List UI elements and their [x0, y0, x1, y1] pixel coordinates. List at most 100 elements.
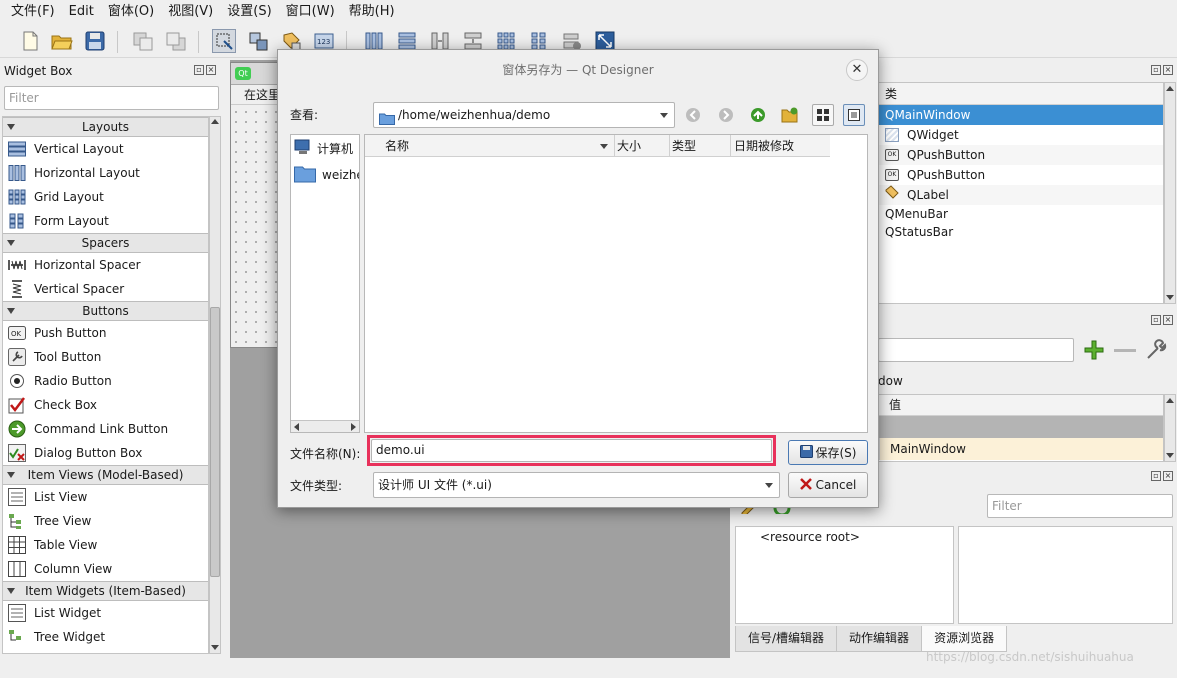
- resource-filter-input[interactable]: Filter: [987, 494, 1173, 518]
- column-header-type[interactable]: 类型: [670, 135, 731, 156]
- detail-mode-icon[interactable]: [843, 104, 865, 126]
- widget-box-title: Widget Box: [4, 64, 73, 78]
- tree-row-qpushbutton[interactable]: OK QPushButton: [879, 145, 1163, 165]
- list-item[interactable]: Radio Button: [3, 369, 208, 393]
- menu-edit[interactable]: Edit: [62, 0, 101, 24]
- resource-root-item[interactable]: <resource root>: [736, 527, 953, 544]
- save-as-dialog: 窗体另存为 — Qt Designer ✕ 查看: /home/weizhenh…: [277, 49, 879, 508]
- look-in-combo[interactable]: /home/weizhenhua/demo: [373, 102, 675, 128]
- remove-dynamic-property-icon[interactable]: [1114, 349, 1136, 352]
- close-panel-icon[interactable]: ×: [206, 65, 216, 75]
- filename-input[interactable]: demo.ui: [371, 439, 772, 462]
- menu-help[interactable]: 帮助(H): [342, 0, 402, 24]
- command-link-icon: [7, 420, 27, 438]
- list-item[interactable]: Check Box: [3, 393, 208, 417]
- column-view-icon: [7, 560, 27, 578]
- form-window[interactable]: Qt 在这里: [230, 62, 282, 348]
- tree-row-qmenubar[interactable]: QMenuBar: [879, 205, 1163, 223]
- edit-signals-slots-icon[interactable]: [246, 29, 270, 53]
- list-item[interactable]: List Widget: [3, 601, 208, 625]
- forward-icon[interactable]: [715, 104, 737, 126]
- file-list-view[interactable]: 名称 大小 类型 日期被修改: [364, 134, 868, 433]
- list-item[interactable]: Horizontal Layout: [3, 161, 208, 185]
- sidebar-item-computer[interactable]: 计算机: [291, 135, 359, 161]
- filetype-combo[interactable]: 设计师 UI 文件 (*.ui): [373, 472, 780, 498]
- list-item[interactable]: Grid Layout: [3, 185, 208, 209]
- float-panel-icon[interactable]: ▫: [1151, 315, 1161, 325]
- list-item[interactable]: Tool Button: [3, 345, 208, 369]
- float-panel-icon[interactable]: ▫: [1151, 471, 1161, 481]
- close-panel-icon[interactable]: ×: [1163, 65, 1173, 75]
- qt-logo-icon: Qt: [235, 67, 251, 80]
- bring-to-front-icon[interactable]: [164, 29, 188, 53]
- tree-row-qwidget[interactable]: QWidget: [879, 125, 1163, 145]
- parent-directory-icon[interactable]: [747, 104, 769, 126]
- object-tree-scrollbar[interactable]: [1164, 82, 1176, 304]
- list-item[interactable]: Tree View: [3, 509, 208, 533]
- list-item[interactable]: Vertical Layout: [3, 137, 208, 161]
- tab-action-editor[interactable]: 动作编辑器: [837, 626, 923, 652]
- menu-form[interactable]: 窗体(O): [101, 0, 161, 24]
- property-group-row[interactable]: [879, 416, 1163, 438]
- float-panel-icon[interactable]: ▫: [194, 65, 204, 75]
- category-layouts[interactable]: Layouts: [3, 117, 208, 137]
- list-item[interactable]: Tree Widget: [3, 625, 208, 649]
- list-item[interactable]: Dialog Button Box: [3, 441, 208, 465]
- push-button-icon: OK: [7, 324, 27, 342]
- object-tree: 类 QMainWindow QWidget OK QPushButton OK QP…: [878, 82, 1164, 304]
- add-dynamic-property-icon[interactable]: [1082, 338, 1106, 365]
- list-widget-icon: [7, 604, 27, 622]
- widget-list-scrollbar[interactable]: [209, 116, 221, 654]
- float-panel-icon[interactable]: ▫: [1151, 65, 1161, 75]
- tab-signal-slot-editor[interactable]: 信号/槽编辑器: [735, 626, 838, 652]
- check-box-icon: [7, 396, 27, 414]
- tree-row-qlabel[interactable]: QLabel: [879, 185, 1163, 205]
- list-mode-icon[interactable]: [812, 104, 834, 126]
- list-item[interactable]: Horizontal Spacer: [3, 253, 208, 277]
- close-panel-icon[interactable]: ×: [1163, 315, 1173, 325]
- list-item[interactable]: Command Link Button: [3, 417, 208, 441]
- send-to-back-icon[interactable]: [131, 29, 155, 53]
- column-header-name[interactable]: 名称: [365, 135, 615, 156]
- list-item[interactable]: Form Layout: [3, 209, 208, 233]
- sidebar-item-home[interactable]: weizhe: [291, 161, 359, 189]
- list-item[interactable]: List View: [3, 485, 208, 509]
- property-value-objectname[interactable]: MainWindow: [879, 438, 1163, 460]
- new-form-icon[interactable]: [18, 29, 42, 53]
- column-header-size[interactable]: 大小: [615, 135, 670, 156]
- close-icon[interactable]: ✕: [846, 59, 868, 81]
- tree-row-qpushbutton[interactable]: OK QPushButton: [879, 165, 1163, 185]
- category-buttons[interactable]: Buttons: [3, 301, 208, 321]
- list-item[interactable]: Table View: [3, 533, 208, 557]
- menu-settings[interactable]: 设置(S): [220, 0, 278, 24]
- column-header-date[interactable]: 日期被修改: [731, 135, 830, 156]
- property-table-scrollbar[interactable]: [1164, 394, 1176, 462]
- form-menu-placeholder[interactable]: 在这里: [231, 85, 281, 105]
- table-view-icon: [7, 536, 27, 554]
- list-item[interactable]: OK Push Button: [3, 321, 208, 345]
- list-item[interactable]: Column View: [3, 557, 208, 581]
- category-item-views[interactable]: Item Views (Model-Based): [3, 465, 208, 485]
- cancel-button[interactable]: Cancel: [788, 472, 868, 498]
- new-folder-icon[interactable]: [779, 104, 801, 126]
- category-item-widgets[interactable]: Item Widgets (Item-Based): [3, 581, 208, 601]
- configure-icon[interactable]: [1144, 338, 1168, 365]
- widget-filter-input[interactable]: Filter: [4, 86, 219, 110]
- close-panel-icon[interactable]: ×: [1163, 471, 1173, 481]
- menu-file[interactable]: 文件(F): [4, 0, 62, 24]
- category-spacers[interactable]: Spacers: [3, 233, 208, 253]
- form-canvas[interactable]: [231, 107, 281, 347]
- save-form-icon[interactable]: [83, 29, 107, 53]
- menu-window[interactable]: 窗口(W): [279, 0, 342, 24]
- sidebar-hscrollbar[interactable]: [291, 420, 359, 432]
- tab-resource-browser[interactable]: 资源浏览器: [922, 626, 1008, 652]
- open-form-icon[interactable]: [50, 29, 74, 53]
- tree-row-qmainwindow[interactable]: QMainWindow: [879, 105, 1163, 125]
- tree-row-qstatusbar[interactable]: QStatusBar: [879, 223, 1163, 241]
- save-button[interactable]: 保存(S): [788, 440, 868, 465]
- edit-widgets-icon[interactable]: [212, 29, 236, 53]
- property-filter-input[interactable]: [878, 338, 1074, 362]
- back-icon[interactable]: [682, 104, 704, 126]
- menu-view[interactable]: 视图(V): [161, 0, 220, 24]
- list-item[interactable]: Vertical Spacer: [3, 277, 208, 301]
